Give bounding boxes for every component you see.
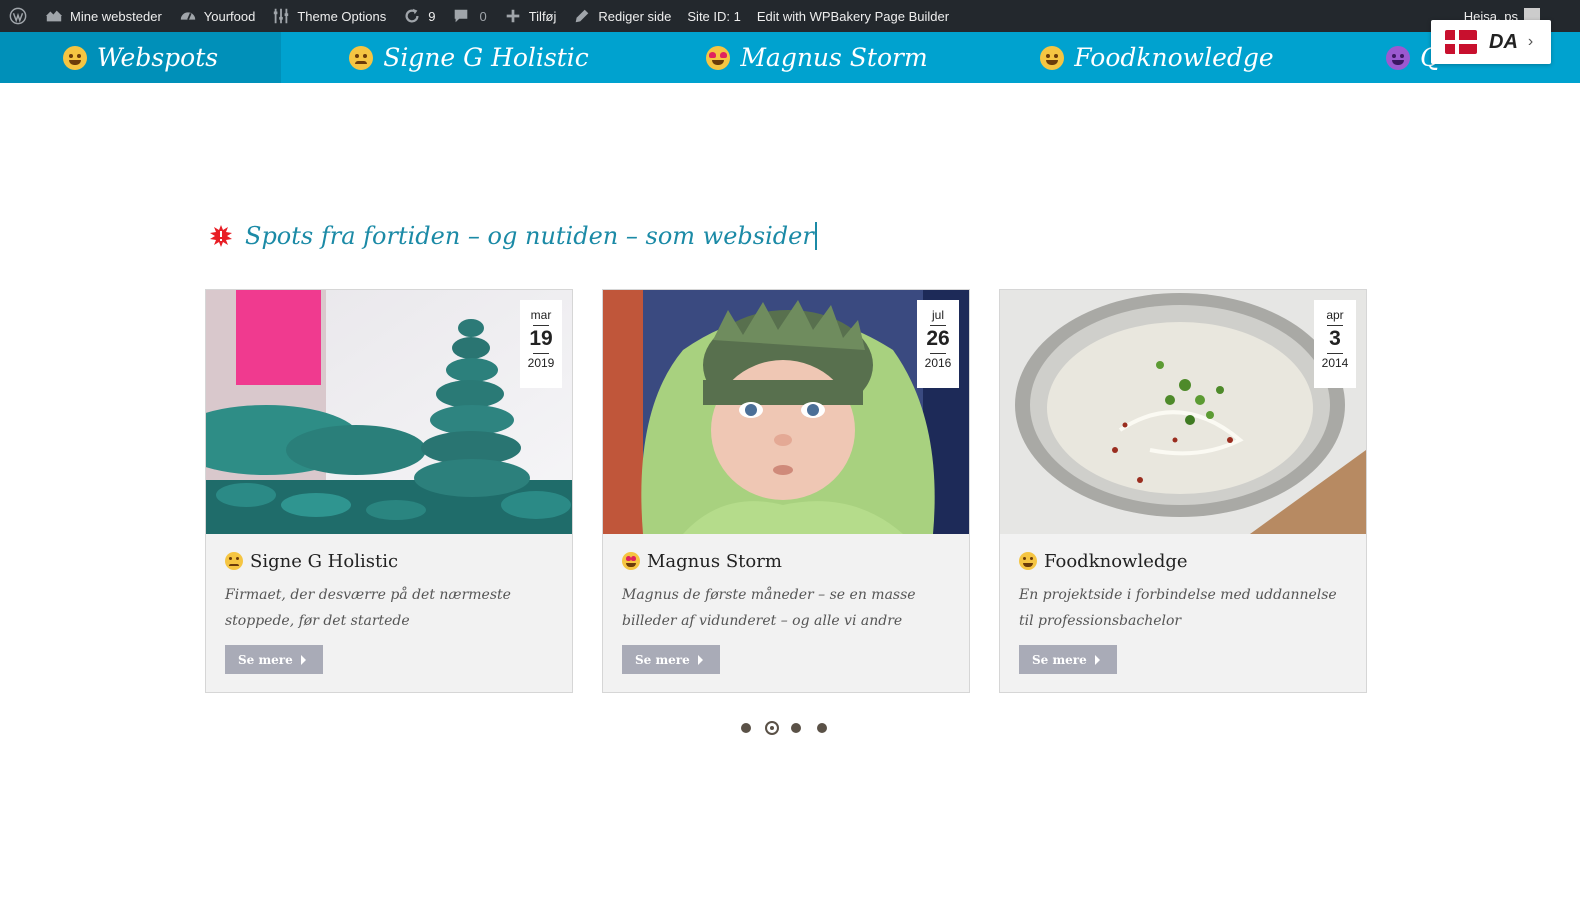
post-date-year: 2016 (924, 356, 952, 370)
carousel-dot-active[interactable] (765, 721, 779, 735)
nav-item-signe-g-holistic[interactable]: Signe G Holistic (281, 32, 657, 83)
site-name-label: Yourfood (203, 8, 256, 24)
dashboard-icon (178, 6, 198, 26)
post-date-badge: mar 19 2019 (520, 300, 562, 388)
post-title[interactable]: Foodknowledge (1019, 548, 1349, 574)
nav-item-label: Signe G Holistic (383, 43, 589, 72)
edit-page-label: Rediger side (598, 8, 672, 24)
theme-options-menu[interactable]: Theme Options (263, 0, 394, 32)
post-date-month: mar (530, 308, 552, 322)
site-name-menu[interactable]: Yourfood (170, 0, 264, 32)
post-title[interactable]: Signe G Holistic (225, 548, 555, 574)
post-image[interactable]: mar 19 2019 (206, 290, 572, 534)
caret-right-icon (697, 654, 703, 665)
nav-item-label: Webspots (96, 43, 219, 72)
disappointed-emoji-icon (225, 552, 243, 570)
wpbakery-edit-link[interactable]: Edit with WPBakery Page Builder (749, 0, 957, 32)
post-date-day: 26 (926, 327, 950, 350)
read-more-label: Se mere (635, 652, 690, 667)
language-code: DA (1489, 30, 1518, 53)
post-date-year: 2019 (527, 356, 555, 370)
burst-icon (209, 224, 233, 248)
post-excerpt: En projektside i forbindelse med uddanne… (1019, 587, 1337, 629)
site-id-label: Site ID: 1 (687, 8, 741, 24)
grinning-emoji-icon (62, 45, 87, 70)
read-more-button[interactable]: Se mere (622, 645, 720, 674)
updates-count: 9 (428, 8, 436, 24)
denmark-flag-icon (1445, 30, 1477, 54)
post-image[interactable]: apr 3 2014 (1000, 290, 1366, 534)
sites-icon (44, 6, 64, 26)
post-date-day: 19 (529, 327, 553, 350)
post-date-badge: apr 3 2014 (1314, 300, 1356, 388)
post-date-badge: jul 26 2016 (917, 300, 959, 388)
post-date-month: jul (931, 308, 944, 322)
heart-eyes-emoji-icon (706, 45, 731, 70)
post-title-text: Signe G Holistic (250, 550, 399, 572)
section-heading: Spots fra fortiden – og nutiden – som we… (209, 222, 817, 250)
post-title[interactable]: Magnus Storm (622, 548, 952, 574)
edit-page-link[interactable]: Rediger side (564, 0, 679, 32)
read-more-label: Se mere (238, 652, 293, 667)
nav-item-label: Foodknowledge (1074, 43, 1274, 72)
post-card: apr 3 2014 Foodknowledge En projektside … (999, 289, 1367, 693)
heart-eyes-emoji-icon (622, 552, 640, 570)
section-title: Spots fra fortiden – og nutiden – som we… (245, 222, 817, 250)
devil-emoji-icon (1386, 45, 1410, 70)
nav-item-label: Magnus Storm (740, 43, 928, 72)
caret-right-icon (300, 654, 306, 665)
post-title-text: Foodknowledge (1044, 550, 1188, 572)
language-switcher[interactable]: DA › (1431, 20, 1551, 64)
chevron-right-icon: › (1527, 33, 1534, 50)
carousel-dot[interactable] (817, 723, 827, 733)
carousel-dot[interactable] (791, 723, 801, 733)
carousel-dot[interactable] (741, 723, 751, 733)
carousel-pagination (741, 721, 843, 735)
plus-icon (503, 6, 523, 26)
main-navigation: Webspots Signe G Holistic Magnus Storm F… (0, 32, 1580, 83)
nav-item-webspots[interactable]: Webspots (0, 32, 281, 83)
post-card: mar 19 2019 Signe G Holistic Firmaet, de… (205, 289, 573, 693)
updates-menu[interactable]: 9 (394, 0, 443, 32)
my-sites-label: Mine websteder (70, 8, 162, 24)
post-title-text: Magnus Storm (647, 550, 782, 572)
disappointed-emoji-icon (349, 45, 374, 70)
comments-icon (451, 6, 471, 26)
updates-icon (402, 6, 422, 26)
read-more-label: Se mere (1032, 652, 1087, 667)
post-excerpt: Firmaet, der desværre på det nærmeste st… (225, 587, 511, 629)
post-date-month: apr (1326, 308, 1344, 322)
post-date-year: 2014 (1321, 356, 1349, 370)
nav-item-magnus-storm[interactable]: Magnus Storm (657, 32, 977, 83)
post-card: jul 26 2016 Magnus Storm Magnus de først… (602, 289, 970, 693)
nav-item-foodknowledge[interactable]: Foodknowledge (977, 32, 1337, 83)
comments-count: 0 (479, 8, 487, 24)
caret-right-icon (1094, 654, 1100, 665)
theme-options-label: Theme Options (297, 8, 387, 24)
comments-menu[interactable]: 0 (443, 0, 494, 32)
wordpress-icon (8, 6, 28, 26)
yum-emoji-icon (1019, 552, 1037, 570)
read-more-button[interactable]: Se mere (1019, 645, 1117, 674)
wp-admin-bar: Mine websteder Yourfood Theme Options 9 … (0, 0, 1580, 32)
post-date-day: 3 (1329, 327, 1341, 350)
my-sites-menu[interactable]: Mine websteder (36, 0, 170, 32)
post-image[interactable]: jul 26 2016 (603, 290, 969, 534)
sliders-icon (271, 6, 291, 26)
read-more-button[interactable]: Se mere (225, 645, 323, 674)
wp-logo-menu[interactable] (0, 0, 36, 32)
pencil-icon (572, 6, 592, 26)
new-content-menu[interactable]: Tilføj (495, 0, 565, 32)
yum-emoji-icon (1040, 45, 1065, 70)
new-content-label: Tilføj (528, 8, 557, 24)
post-excerpt: Magnus de første måneder – se en masse b… (622, 587, 916, 629)
